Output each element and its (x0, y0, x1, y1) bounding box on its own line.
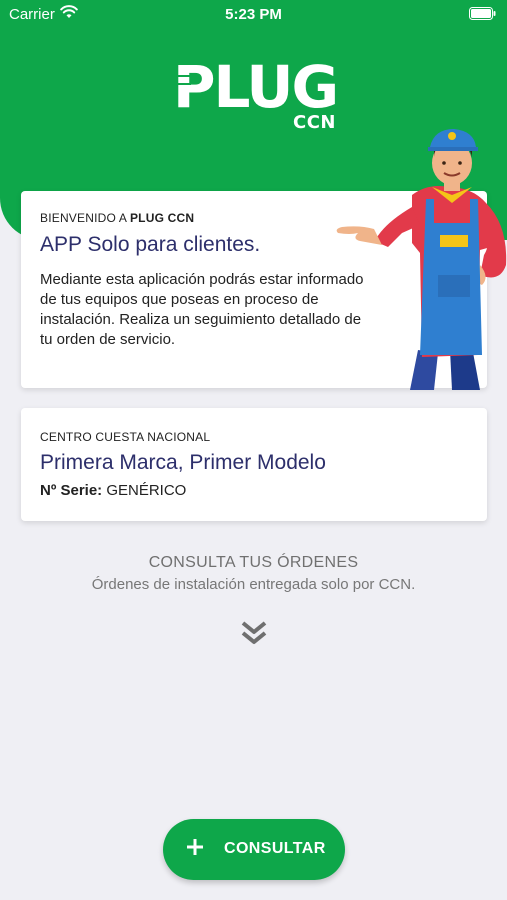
double-chevron-down-icon (241, 621, 267, 644)
plug-ccn-logo: PLUG CCN (173, 53, 339, 135)
consulta-subtitle: Órdenes de instalación entregada solo po… (91, 576, 416, 593)
product-title: Primera Marca, Primer Modelo (40, 451, 326, 474)
consulta-title: CONSULTA TUS ÓRDENES (148, 554, 359, 571)
technician-mascot-illustration (336, 129, 507, 390)
product-center-label: CENTRO CUESTA NACIONAL (40, 430, 211, 444)
consultar-button[interactable]: CONSULTAR (163, 819, 345, 880)
welcome-body: Mediante esta aplicación podrás estar in… (40, 271, 364, 348)
status-time: 5:23 PM (225, 6, 282, 23)
welcome-title: APP Solo para clientes. (40, 233, 261, 256)
status-bar: Carrier 5:23 PM (0, 0, 507, 28)
logo-word: PLUG (173, 53, 339, 121)
product-serial: Nº Serie: GENÉRICO (40, 482, 187, 499)
product-card[interactable]: CENTRO CUESTA NACIONAL Primera Marca, Pr… (21, 408, 487, 521)
consultar-label: CONSULTAR (224, 840, 326, 857)
plus-icon (187, 839, 203, 855)
welcome-label: BIENVENIDO A PLUG CCN (40, 211, 195, 225)
plug-prongs-icon (177, 75, 191, 85)
battery-icon (469, 7, 496, 20)
